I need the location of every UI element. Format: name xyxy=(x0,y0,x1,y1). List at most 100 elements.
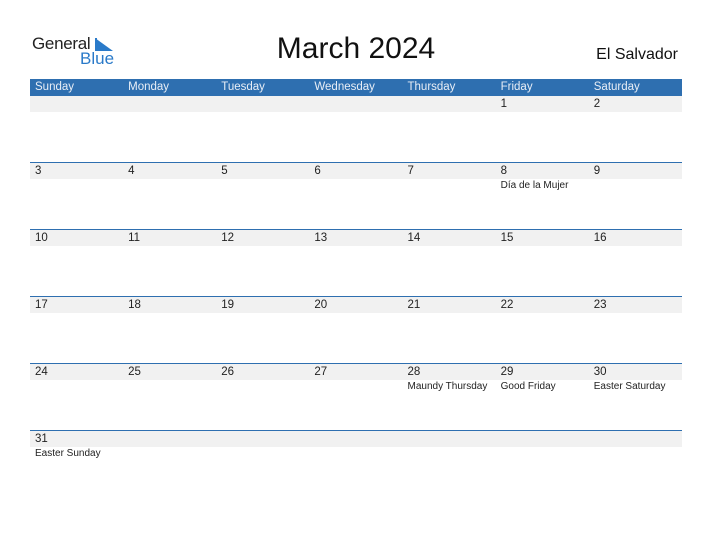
week-row: 24 25 26 27 28 Maundy Thursday 29 Good Friday 30… xyxy=(30,363,682,430)
calendar-grid: Sunday Monday Tuesday Wednesday Thursday… xyxy=(30,79,682,497)
day-number: 26 xyxy=(221,366,235,378)
day-number: 9 xyxy=(593,165,601,177)
weekday-monday: Monday xyxy=(128,81,170,93)
weekday-saturday: Saturday xyxy=(593,81,640,93)
day-number: 28 xyxy=(407,366,421,378)
day-number: 25 xyxy=(128,366,141,378)
day-number: 30 xyxy=(593,366,607,378)
week-row: 31 Easter Sunday xyxy=(30,430,682,497)
day-cell: 19 xyxy=(216,297,309,363)
day-number: 19 xyxy=(221,299,235,311)
day-cell: 23 xyxy=(589,297,682,363)
weekday-thursday: Thursday xyxy=(407,81,456,93)
day-cell xyxy=(403,96,496,162)
day-cell: 17 xyxy=(30,297,123,363)
day-number: 11 xyxy=(128,232,141,244)
week-row: 12 xyxy=(30,96,682,162)
week-row: 17 18 19 20 21 22 23 xyxy=(30,296,682,363)
day-cell: 22 xyxy=(496,297,589,363)
day-number: 18 xyxy=(128,299,141,311)
day-number xyxy=(408,431,496,447)
day-number: 29 xyxy=(500,366,514,378)
day-cell xyxy=(403,431,496,497)
day-number xyxy=(221,431,309,447)
day-number: 8 xyxy=(500,165,508,177)
week-cells: 3 4 5 6 7 8 Día de la Mujer 9 xyxy=(30,163,682,229)
day-cell xyxy=(123,431,216,497)
day-cell: 30 Easter Saturday xyxy=(589,364,682,430)
day-number: 4 xyxy=(128,165,135,177)
day-cell xyxy=(309,431,402,497)
day-cell: 7 xyxy=(403,163,496,229)
day-number: 22 xyxy=(500,299,514,311)
day-cell: 27 xyxy=(309,364,402,430)
holiday-label: Easter Saturday xyxy=(593,381,666,392)
holiday-label: Easter Sunday xyxy=(35,448,101,459)
day-number: 16 xyxy=(593,232,607,244)
day-cell: 31 Easter Sunday xyxy=(30,431,123,497)
week-row: 10 11 12 13 14 15 16 xyxy=(30,229,682,296)
day-cell: 9 xyxy=(589,163,682,229)
week-cells: 17 18 19 20 21 22 23 xyxy=(30,297,682,363)
day-cell xyxy=(123,96,216,162)
day-number: 12 xyxy=(221,232,235,244)
day-cell: 6 xyxy=(309,163,402,229)
weekday-tuesday: Tuesday xyxy=(221,81,265,93)
day-cell: 29 Good Friday xyxy=(496,364,589,430)
day-cell: 4 xyxy=(123,163,216,229)
day-cell: 13 xyxy=(309,230,402,296)
day-cell: 26 xyxy=(216,364,309,430)
day-cell: 11 xyxy=(123,230,216,296)
weekday-friday: Friday xyxy=(500,81,533,93)
weekday-header: Sunday Monday Tuesday Wednesday Thursday… xyxy=(30,79,682,96)
week-row: 3 4 5 6 7 8 Día de la Mujer 9 xyxy=(30,162,682,229)
day-number: 5 xyxy=(221,165,228,177)
weeks-container: 1 2 3 4 5 6 7 8 Día de la Mujer 9 10 11 12 13 14 15 16 17… xyxy=(30,96,682,497)
day-cell xyxy=(30,96,123,162)
day-cell: 20 xyxy=(309,297,402,363)
day-cell: 21 xyxy=(403,297,496,363)
day-number: 3 xyxy=(35,165,42,177)
day-number xyxy=(314,96,402,112)
day-cell: 10 xyxy=(30,230,123,296)
day-number xyxy=(221,96,309,112)
week-cells: 10 11 12 13 14 15 16 xyxy=(30,230,682,296)
day-number xyxy=(35,96,123,112)
day-cell: 15 xyxy=(496,230,589,296)
day-number: 23 xyxy=(593,299,607,311)
day-cell xyxy=(309,96,402,162)
country-label: El Salvador xyxy=(596,46,678,63)
day-cell xyxy=(216,96,309,162)
day-number: 24 xyxy=(35,366,48,378)
day-cell: 28 Maundy Thursday xyxy=(403,364,496,430)
day-number: 15 xyxy=(500,232,514,244)
day-number: 2 xyxy=(593,98,601,110)
day-cell: 25 xyxy=(123,364,216,430)
holiday-label: Día de la Mujer xyxy=(500,180,569,191)
day-cell: 3 xyxy=(30,163,123,229)
holiday-label: Maundy Thursday xyxy=(407,381,488,392)
day-cell xyxy=(589,431,682,497)
day-number: 21 xyxy=(407,299,421,311)
day-cell: 18 xyxy=(123,297,216,363)
day-number: 17 xyxy=(35,299,48,311)
day-number xyxy=(594,431,682,447)
day-cell: 16 xyxy=(589,230,682,296)
day-number xyxy=(128,96,216,112)
day-cell: 12 xyxy=(216,230,309,296)
day-cell: 5 xyxy=(216,163,309,229)
day-number: 1 xyxy=(500,98,508,110)
day-number: 27 xyxy=(314,366,328,378)
day-cell xyxy=(216,431,309,497)
weekday-sunday: Sunday xyxy=(35,81,75,93)
day-number xyxy=(314,431,402,447)
day-cell: 24 xyxy=(30,364,123,430)
day-number: 13 xyxy=(314,232,328,244)
week-cells: 24 25 26 27 28 Maundy Thursday 29 Good Friday 30… xyxy=(30,364,682,430)
day-cell: 14 xyxy=(403,230,496,296)
week-cells: 12 xyxy=(30,96,682,162)
day-number: 10 xyxy=(35,232,48,244)
day-cell: 8 Día de la Mujer xyxy=(496,163,589,229)
day-number: 7 xyxy=(407,165,414,177)
day-number xyxy=(501,431,589,447)
